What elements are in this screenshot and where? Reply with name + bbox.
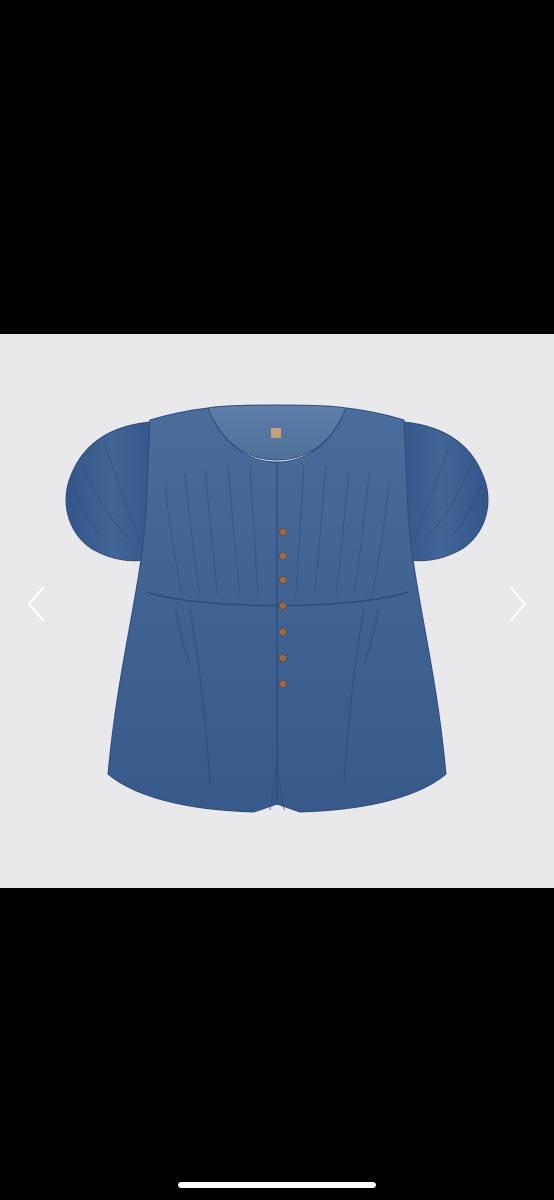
chevron-right-icon: [509, 586, 527, 622]
product-image: [65, 404, 489, 813]
chevron-left-icon: [27, 586, 45, 622]
top-black-area: [0, 0, 554, 334]
next-image-button[interactable]: [496, 574, 540, 634]
bottom-black-area: [0, 888, 554, 1200]
product-image-viewer[interactable]: [0, 334, 554, 888]
prev-image-button[interactable]: [14, 574, 58, 634]
home-indicator[interactable]: [178, 1182, 376, 1188]
